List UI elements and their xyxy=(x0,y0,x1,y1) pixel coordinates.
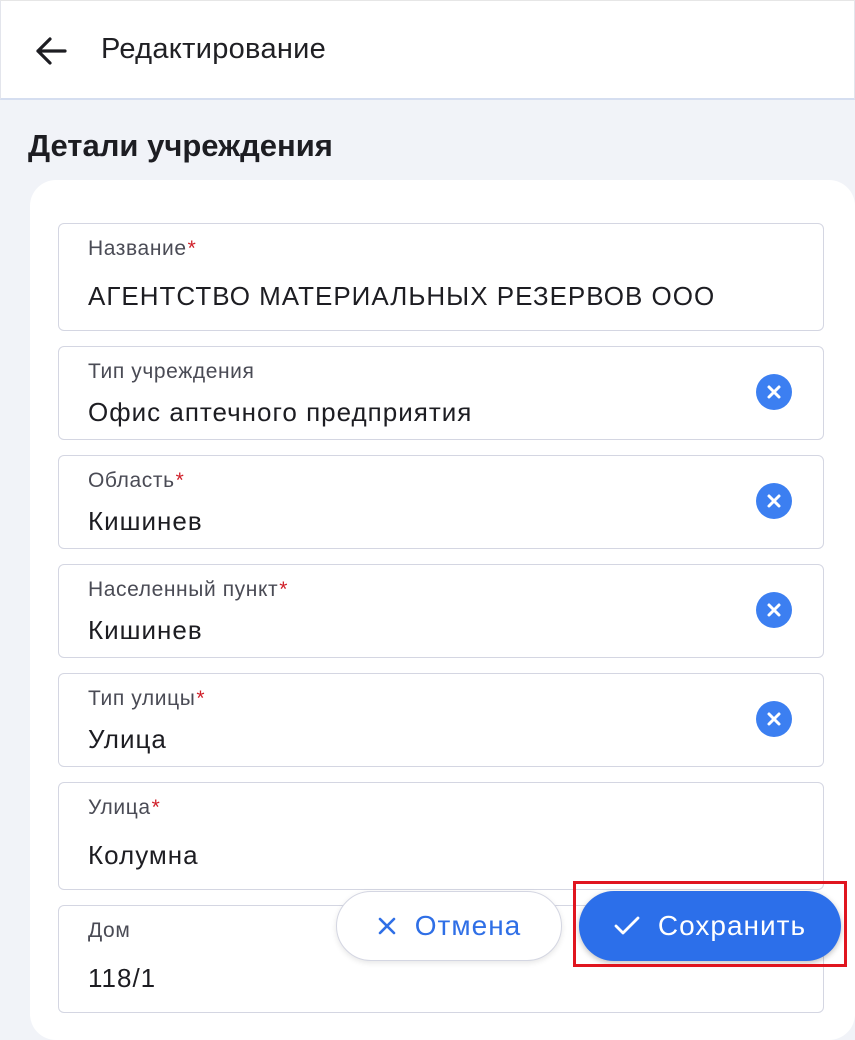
section-title: Детали учреждения xyxy=(28,128,333,163)
institution-type-label: Тип учреждения xyxy=(88,360,255,383)
required-mark: * xyxy=(196,687,206,710)
locality-field[interactable]: Населенный пункт* Кишинев xyxy=(58,564,824,658)
street-field[interactable]: Улица* Колумна xyxy=(58,782,824,890)
street-type-label: Тип улицы xyxy=(88,687,196,710)
street-type-field[interactable]: Тип улицы* Улица xyxy=(58,673,824,767)
clear-button[interactable] xyxy=(756,701,792,737)
street-label: Улица xyxy=(88,796,151,819)
close-circle-icon xyxy=(767,712,781,726)
house-label: Дом xyxy=(88,919,131,942)
close-circle-icon xyxy=(767,603,781,617)
required-mark: * xyxy=(187,237,197,260)
required-mark: * xyxy=(175,469,185,492)
field-label: Тип улицы* xyxy=(88,687,205,711)
save-label: Сохранить xyxy=(657,910,807,941)
app-bar: Редактирование xyxy=(0,0,855,100)
street-value: Колумна xyxy=(88,840,199,870)
page-title: Редактирование xyxy=(101,33,327,65)
field-label: Улица* xyxy=(88,796,160,820)
clear-button[interactable] xyxy=(756,483,792,519)
required-mark: * xyxy=(151,796,161,819)
field-label: Населенный пункт* xyxy=(88,578,288,602)
close-circle-icon xyxy=(767,385,781,399)
check-icon xyxy=(614,916,640,935)
name-field[interactable]: Название* АГЕНТСТВО МАТЕРИАЛЬНЫХ РЕЗЕРВО… xyxy=(58,223,824,331)
cancel-label: Отмена xyxy=(414,910,522,941)
locality-label: Населенный пункт xyxy=(88,578,279,601)
field-label: Область* xyxy=(88,469,184,493)
close-circle-icon xyxy=(767,494,781,508)
name-label: Название xyxy=(88,237,187,260)
clear-button[interactable] xyxy=(756,592,792,628)
house-value: 118/1 xyxy=(88,963,157,993)
institution-type-field[interactable]: Тип учреждения Офис аптечного предприяти… xyxy=(58,346,824,440)
institution-type-value: Офис аптечного предприятия xyxy=(88,397,473,427)
region-field[interactable]: Область* Кишинев xyxy=(58,455,824,549)
save-button[interactable]: Сохранить xyxy=(579,891,841,961)
arrow-left-icon xyxy=(36,37,67,65)
street-type-value: Улица xyxy=(88,724,167,754)
clear-button[interactable] xyxy=(756,374,792,410)
field-label: Дом xyxy=(88,919,130,943)
field-label: Тип учреждения xyxy=(88,360,254,384)
field-label: Название* xyxy=(88,237,196,261)
close-icon xyxy=(378,917,396,935)
required-mark: * xyxy=(279,578,289,601)
cancel-button[interactable]: Отмена xyxy=(336,891,562,961)
region-value: Кишинев xyxy=(88,506,203,536)
back-button[interactable] xyxy=(29,29,73,73)
region-label: Область xyxy=(88,469,175,492)
name-value: АГЕНТСТВО МАТЕРИАЛЬНЫХ РЕЗЕРВОВ ООО xyxy=(88,281,716,311)
locality-value: Кишинев xyxy=(88,615,203,645)
